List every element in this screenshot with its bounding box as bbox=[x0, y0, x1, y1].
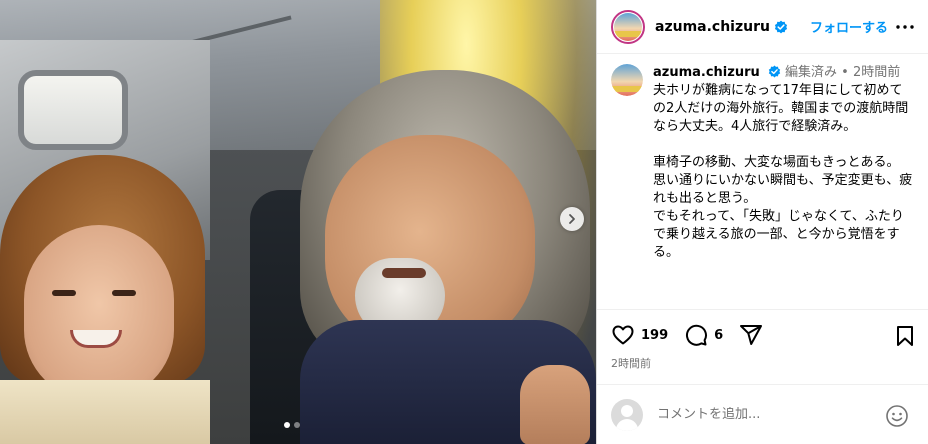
comment-icon bbox=[686, 324, 708, 346]
more-horizontal-icon[interactable] bbox=[895, 17, 915, 37]
header-username[interactable]: azuma.chizuru bbox=[655, 19, 770, 35]
avatar-image bbox=[611, 64, 643, 96]
carousel-dot-active bbox=[284, 422, 290, 428]
woman-face bbox=[24, 225, 174, 400]
woman-eye bbox=[112, 290, 136, 296]
post-header: azuma.chizuru フォローする bbox=[597, 0, 928, 54]
heart-icon bbox=[612, 325, 634, 345]
caption-text: 夫ホリが難病になって17年目にして初めての2人だけの海外旅行。韓国までの渡航時間… bbox=[653, 83, 913, 260]
like-count[interactable]: 199 bbox=[641, 328, 668, 343]
emoji-icon[interactable] bbox=[885, 404, 909, 428]
carousel-next-button[interactable] bbox=[560, 207, 584, 231]
woman-top bbox=[0, 380, 210, 444]
comment-bar bbox=[597, 384, 928, 444]
share-icon bbox=[740, 325, 763, 345]
comment-button[interactable] bbox=[684, 323, 708, 347]
comment-count[interactable]: 6 bbox=[714, 328, 723, 343]
caption-username[interactable]: azuma.chizuru bbox=[653, 65, 760, 80]
woman-eye bbox=[52, 290, 76, 296]
action-bar: 199 6 bbox=[597, 309, 928, 360]
current-user-avatar bbox=[611, 398, 643, 431]
bookmark-icon[interactable] bbox=[895, 325, 915, 347]
like-button[interactable] bbox=[611, 323, 635, 347]
post-timestamp[interactable]: 2時間前 bbox=[611, 355, 651, 371]
post-panel: azuma.chizuru フォローする azuma.chizuru 編集済み … bbox=[596, 0, 928, 444]
comment-input[interactable] bbox=[657, 407, 877, 422]
follow-button[interactable]: フォローする bbox=[810, 17, 888, 36]
caption-body: azuma.chizuru 編集済み • 2時間前 夫ホリが難病になって17年目… bbox=[653, 64, 915, 304]
carousel-dot bbox=[294, 422, 300, 428]
caption-avatar[interactable] bbox=[611, 64, 643, 96]
post-caption: azuma.chizuru 編集済み • 2時間前 夫ホリが難病になって17年目… bbox=[611, 64, 917, 304]
post-media[interactable] bbox=[0, 0, 596, 444]
avatar-image bbox=[614, 12, 642, 41]
man-mouth bbox=[382, 268, 426, 278]
caption-meta: 編集済み • 2時間前 bbox=[785, 65, 901, 80]
caption-header: azuma.chizuru 編集済み • 2時間前 bbox=[653, 64, 915, 82]
verified-badge-icon bbox=[774, 20, 788, 33]
avatar[interactable] bbox=[611, 9, 645, 44]
verified-badge-icon bbox=[768, 65, 781, 78]
cabin-window bbox=[18, 70, 128, 150]
chevron-right-icon bbox=[569, 214, 575, 224]
share-button[interactable] bbox=[739, 323, 763, 347]
thumbs-up-hand bbox=[520, 365, 590, 444]
carousel-indicator bbox=[284, 422, 300, 428]
